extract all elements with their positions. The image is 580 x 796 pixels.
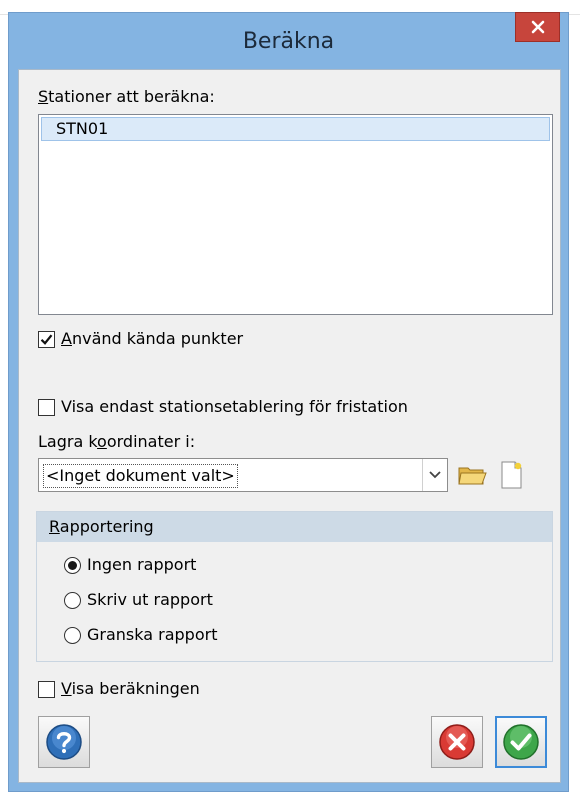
only-free-station-label[interactable]: Visa endast stationsetablering för frist… [61, 397, 408, 416]
checkmark-icon [40, 334, 53, 345]
checkbox-box[interactable] [38, 399, 55, 416]
ok-check-icon [503, 724, 539, 760]
radio-button[interactable] [64, 592, 81, 609]
dropdown-arrow[interactable] [422, 459, 447, 491]
help-icon [46, 724, 82, 760]
list-item[interactable]: STN01 [41, 117, 550, 141]
cancel-icon [439, 724, 475, 760]
open-folder-button[interactable] [456, 459, 488, 491]
ok-button[interactable] [495, 716, 547, 768]
checkbox-box[interactable] [38, 681, 55, 698]
new-document-button[interactable] [495, 459, 527, 491]
close-icon [531, 20, 544, 34]
use-known-points-label[interactable]: Använd kända punkter [61, 329, 243, 348]
dialog-body: Stationer att beräkna: STN01 Använd känd… [18, 69, 561, 783]
checkbox-box[interactable] [38, 331, 55, 348]
radio-label[interactable]: Skriv ut rapport [87, 590, 213, 609]
reporting-group-header: Rapportering [37, 512, 552, 542]
show-calculation-label[interactable]: Visa beräkningen [61, 679, 200, 698]
new-document-icon [501, 461, 522, 489]
dialog-window: Beräkna Stationer att beräkna: STN01 Anv… [8, 12, 569, 792]
radio-button[interactable] [64, 557, 81, 574]
dialog-title: Beräkna [242, 29, 335, 54]
stations-label: Stationer att beräkna: [38, 87, 215, 106]
help-button[interactable] [38, 716, 90, 768]
close-button[interactable] [515, 12, 560, 42]
store-coordinates-dropdown[interactable]: <Inget dokument valt> [38, 458, 448, 492]
reporting-group: Rapportering Ingen rapport Skriv ut rapp… [36, 511, 553, 662]
cancel-button[interactable] [431, 716, 483, 768]
chevron-down-icon [429, 471, 441, 479]
dropdown-selected-value: <Inget dokument valt> [43, 464, 238, 488]
radio-label[interactable]: Ingen rapport [87, 555, 196, 574]
stations-listbox[interactable]: STN01 [38, 114, 553, 315]
store-coordinates-label: Lagra koordinater i: [38, 432, 196, 451]
folder-open-icon [458, 467, 487, 485]
radio-button[interactable] [64, 627, 81, 644]
radio-label[interactable]: Granska rapport [87, 625, 217, 644]
